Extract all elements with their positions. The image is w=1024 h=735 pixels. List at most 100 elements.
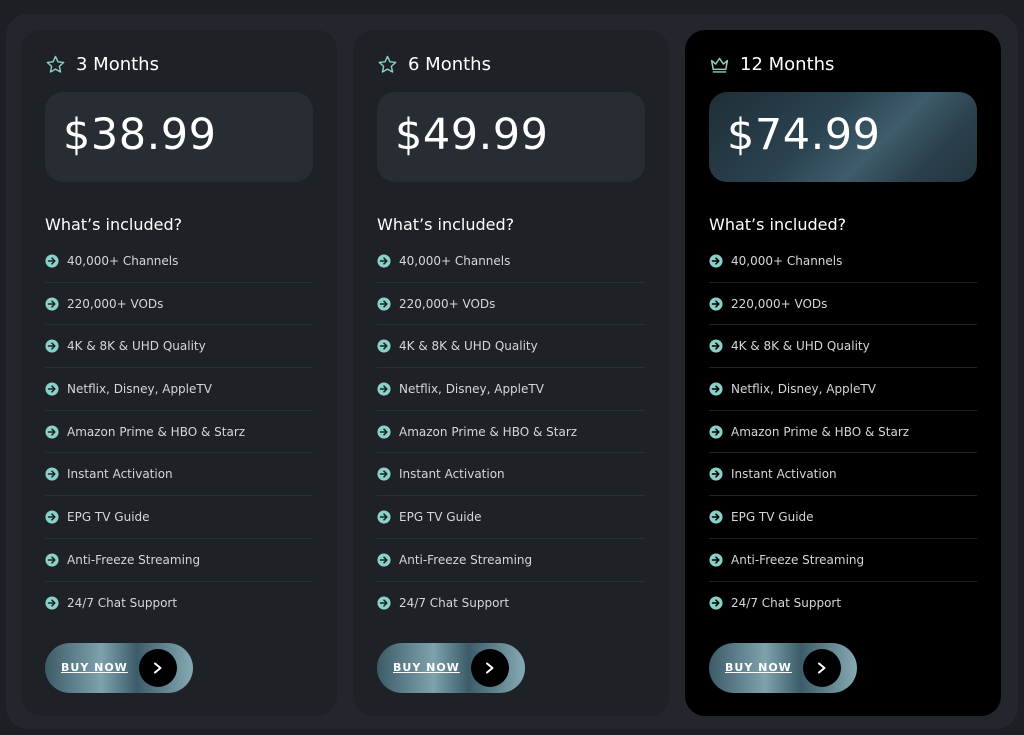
feature-label: Netflix, Disney, AppleTV bbox=[731, 381, 876, 396]
plan-price: $74.99 bbox=[727, 110, 881, 160]
arrow-circle-icon bbox=[377, 553, 391, 567]
feature-label: 24/7 Chat Support bbox=[399, 595, 510, 610]
feature-label: Netflix, Disney, AppleTV bbox=[67, 381, 212, 396]
feature-item: 24/7 Chat Support bbox=[45, 582, 313, 625]
feature-label: 220,000+ VODs bbox=[67, 296, 164, 311]
feature-label: Instant Activation bbox=[399, 467, 505, 482]
feature-item: Instant Activation bbox=[709, 453, 977, 497]
feature-item: 220,000+ VODs bbox=[45, 283, 313, 326]
feature-item: EPG TV Guide bbox=[377, 496, 645, 539]
feature-label: 40,000+ Channels bbox=[731, 253, 843, 268]
feature-item: Amazon Prime & HBO & Starz bbox=[377, 411, 645, 454]
feature-item: 24/7 Chat Support bbox=[709, 582, 977, 625]
feature-label: Anti-Freeze Streaming bbox=[67, 552, 201, 567]
feature-item: EPG TV Guide bbox=[709, 496, 977, 539]
arrow-circle-icon bbox=[377, 467, 391, 481]
arrow-circle-icon bbox=[709, 339, 723, 353]
feature-item: Instant Activation bbox=[377, 453, 645, 497]
buy-now-button[interactable]: BUY NOW bbox=[377, 643, 525, 693]
feature-item: EPG TV Guide bbox=[45, 496, 313, 539]
buy-now-label: BUY NOW bbox=[393, 661, 460, 674]
pricing-section: 3 Months $38.99 What’s included? 40,000+… bbox=[6, 14, 1018, 729]
chevron-circle bbox=[139, 649, 177, 687]
arrow-circle-icon bbox=[45, 254, 59, 268]
feature-item: Amazon Prime & HBO & Starz bbox=[45, 411, 313, 454]
star-icon bbox=[46, 55, 65, 73]
feature-label: 220,000+ VODs bbox=[399, 296, 496, 311]
arrow-circle-icon bbox=[709, 296, 723, 311]
feature-item: 4K & 8K & UHD Quality bbox=[377, 325, 645, 369]
price-box: $38.99 bbox=[45, 92, 313, 182]
plan-card-6-months: 6 Months $49.99 What’s included? 40,000+… bbox=[353, 30, 669, 716]
chevron-right-icon bbox=[154, 662, 162, 674]
arrow-circle-icon bbox=[709, 467, 723, 481]
arrow-circle-icon bbox=[45, 425, 59, 439]
chevron-circle bbox=[471, 649, 509, 687]
feature-item: 24/7 Chat Support bbox=[377, 582, 645, 625]
buy-now-button[interactable]: BUY NOW bbox=[45, 643, 193, 693]
arrow-circle-icon bbox=[709, 382, 723, 396]
arrow-circle-icon bbox=[45, 339, 59, 353]
feature-item: Netflix, Disney, AppleTV bbox=[45, 368, 313, 411]
feature-item: 4K & 8K & UHD Quality bbox=[45, 325, 313, 369]
feature-item: Anti-Freeze Streaming bbox=[709, 539, 977, 582]
feature-item: Anti-Freeze Streaming bbox=[377, 539, 645, 582]
feature-item: 40,000+ Channels bbox=[45, 240, 313, 283]
chevron-circle bbox=[803, 649, 841, 687]
chevron-right-icon bbox=[486, 662, 494, 674]
arrow-circle-icon bbox=[377, 254, 391, 268]
plan-price: $38.99 bbox=[63, 110, 217, 160]
feature-label: 24/7 Chat Support bbox=[67, 595, 178, 610]
feature-label: Amazon Prime & HBO & Starz bbox=[731, 424, 910, 439]
feature-label: 40,000+ Channels bbox=[399, 253, 511, 268]
arrow-circle-icon bbox=[377, 510, 391, 524]
plan-header: 12 Months bbox=[709, 54, 834, 75]
feature-list: 40,000+ Channels 220,000+ VODs 4K & 8K &… bbox=[45, 240, 313, 624]
arrow-circle-icon bbox=[709, 596, 723, 610]
feature-label: EPG TV Guide bbox=[731, 509, 814, 524]
feature-list: 40,000+ Channels 220,000+ VODs 4K & 8K &… bbox=[377, 240, 645, 624]
arrow-circle-icon bbox=[709, 254, 723, 268]
feature-list: 40,000+ Channels 220,000+ VODs 4K & 8K &… bbox=[709, 240, 977, 624]
feature-item: 40,000+ Channels bbox=[377, 240, 645, 283]
price-box: $49.99 bbox=[377, 92, 645, 182]
feature-item: Netflix, Disney, AppleTV bbox=[377, 368, 645, 411]
plan-name: 6 Months bbox=[408, 54, 491, 75]
buy-now-button[interactable]: BUY NOW bbox=[709, 643, 857, 693]
arrow-circle-icon bbox=[45, 510, 59, 524]
star-icon bbox=[378, 55, 397, 73]
arrow-circle-icon bbox=[377, 296, 391, 311]
plan-name: 3 Months bbox=[76, 54, 159, 75]
plan-name: 12 Months bbox=[740, 54, 835, 75]
price-box: $74.99 bbox=[709, 92, 977, 182]
arrow-circle-icon bbox=[709, 553, 723, 567]
feature-label: 24/7 Chat Support bbox=[731, 595, 842, 610]
arrow-circle-icon bbox=[45, 553, 59, 567]
feature-item: 40,000+ Channels bbox=[709, 240, 977, 283]
arrow-circle-icon bbox=[377, 596, 391, 610]
included-title: What’s included? bbox=[377, 215, 515, 234]
feature-label: 4K & 8K & UHD Quality bbox=[731, 339, 870, 354]
feature-label: Anti-Freeze Streaming bbox=[731, 552, 865, 567]
feature-label: 220,000+ VODs bbox=[731, 296, 828, 311]
plan-header: 3 Months bbox=[45, 54, 159, 75]
crown-icon bbox=[710, 57, 729, 73]
feature-label: Anti-Freeze Streaming bbox=[399, 552, 533, 567]
feature-item: Instant Activation bbox=[45, 453, 313, 497]
plan-header: 6 Months bbox=[377, 54, 491, 75]
arrow-circle-icon bbox=[377, 425, 391, 439]
feature-item: Amazon Prime & HBO & Starz bbox=[709, 411, 977, 454]
plan-card-3-months: 3 Months $38.99 What’s included? 40,000+… bbox=[21, 30, 337, 716]
feature-label: Netflix, Disney, AppleTV bbox=[399, 381, 544, 396]
plan-card-12-months: 12 Months $74.99 What’s included? 40,000… bbox=[685, 30, 1001, 716]
arrow-circle-icon bbox=[45, 296, 59, 311]
arrow-circle-icon bbox=[45, 467, 59, 481]
feature-label: Instant Activation bbox=[731, 467, 837, 482]
feature-label: Instant Activation bbox=[67, 467, 173, 482]
buy-now-label: BUY NOW bbox=[61, 661, 128, 674]
arrow-circle-icon bbox=[45, 382, 59, 396]
arrow-circle-icon bbox=[45, 596, 59, 610]
included-title: What’s included? bbox=[709, 215, 847, 234]
plan-price: $49.99 bbox=[395, 110, 549, 160]
arrow-circle-icon bbox=[377, 339, 391, 353]
